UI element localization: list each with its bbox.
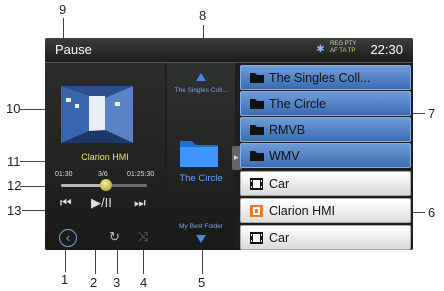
browse-list: The Singles Coll... The Circle RMVB WMV … bbox=[240, 65, 411, 250]
next-track-button[interactable]: ⏭ bbox=[134, 195, 146, 211]
video-file-icon bbox=[250, 232, 263, 244]
status-bar: Pause ✱ REG PTY AF TA TP 22:30 bbox=[45, 38, 413, 63]
play-pause-button[interactable]: ▶/II bbox=[91, 195, 112, 211]
list-item[interactable]: The Singles Coll... bbox=[240, 65, 411, 90]
callout-6: 6 bbox=[428, 205, 436, 220]
video-file-icon bbox=[250, 178, 263, 190]
list-item-label: The Circle bbox=[269, 97, 326, 111]
clock: 22:30 bbox=[370, 42, 403, 57]
list-item-label: WMV bbox=[269, 149, 300, 163]
folder-up-icon[interactable] bbox=[196, 73, 206, 81]
callout-2: 2 bbox=[90, 275, 98, 290]
callout-8: 8 bbox=[199, 8, 207, 23]
rds-indicators: REG PTY AF TA TP bbox=[330, 41, 356, 55]
total-time: 01:25:30 bbox=[127, 171, 155, 178]
back-icon: ‹ bbox=[65, 230, 71, 245]
list-item[interactable]: Car bbox=[240, 225, 411, 250]
list-item[interactable]: Car bbox=[240, 171, 411, 196]
folder-icon bbox=[250, 151, 264, 161]
rds-ta: TA bbox=[339, 48, 347, 54]
progress-bar[interactable] bbox=[61, 179, 147, 191]
callout-11: 11 bbox=[7, 154, 21, 169]
folder-navigator: The Singles Coll... The Circle My Best F… bbox=[167, 63, 235, 250]
folder-icon bbox=[250, 99, 264, 109]
prev-track-button[interactable]: ⏮ bbox=[60, 195, 72, 211]
list-item-label: The Singles Coll... bbox=[269, 71, 371, 85]
list-item[interactable]: WMV bbox=[240, 143, 411, 168]
callout-7: 7 bbox=[428, 106, 436, 121]
callout-1: 1 bbox=[61, 272, 69, 287]
folder-down-icon[interactable] bbox=[196, 235, 206, 243]
chevron-right-icon: ▸ bbox=[234, 152, 239, 162]
folder-icon bbox=[250, 73, 264, 83]
player-panel: Clarion HMI 01:30 3/6 01:25:30 ⏮ ▶/II ⏭ … bbox=[45, 63, 165, 250]
repeat-button[interactable]: ↻ bbox=[109, 229, 120, 245]
elapsed-time: 01:30 bbox=[55, 171, 73, 178]
callout-10: 10 bbox=[6, 101, 21, 116]
callout-4: 4 bbox=[140, 275, 148, 290]
shuffle-icon: ⤨ bbox=[138, 229, 149, 244]
rds-tp: TP bbox=[347, 48, 356, 54]
list-item-playing[interactable]: Clarion HMI bbox=[240, 198, 411, 223]
shuffle-button[interactable]: ⤨ bbox=[138, 229, 148, 245]
next-folder-label[interactable]: My Best Folder bbox=[167, 223, 235, 230]
list-item[interactable]: RMVB bbox=[240, 117, 411, 142]
callout-13: 13 bbox=[7, 203, 22, 218]
list-item-label: RMVB bbox=[269, 123, 306, 137]
album-art-image bbox=[61, 86, 133, 143]
leader-5 bbox=[202, 246, 203, 274]
callout-9: 9 bbox=[59, 2, 67, 17]
track-position: 3/6 bbox=[98, 171, 108, 178]
list-item-label: Clarion HMI bbox=[269, 204, 335, 218]
previous-folder-label[interactable]: The Singles Coll... bbox=[167, 87, 235, 94]
album-art bbox=[61, 86, 133, 143]
media-screen: Pause ✱ REG PTY AF TA TP 22:30 Clarion H… bbox=[45, 38, 413, 250]
callout-5: 5 bbox=[198, 275, 206, 290]
back-button[interactable]: ‹ bbox=[59, 229, 77, 247]
list-item-label: Car bbox=[269, 177, 290, 191]
list-item-label: Car bbox=[269, 231, 290, 245]
list-item[interactable]: The Circle bbox=[240, 91, 411, 116]
progress-knob[interactable] bbox=[99, 179, 112, 191]
rds-af: AF bbox=[330, 48, 338, 54]
folder-icon[interactable] bbox=[178, 135, 220, 169]
repeat-icon: ↻ bbox=[109, 229, 120, 244]
audio-file-icon bbox=[250, 205, 263, 217]
bluetooth-icon: ✱ bbox=[316, 44, 325, 55]
folder-icon bbox=[250, 125, 264, 135]
rds-reg-pty: REG PTY bbox=[330, 41, 357, 47]
track-title: Clarion HMI bbox=[81, 152, 129, 162]
playback-status: Pause bbox=[55, 42, 92, 57]
current-folder-label[interactable]: The Circle bbox=[167, 173, 235, 184]
callout-3: 3 bbox=[113, 275, 121, 290]
